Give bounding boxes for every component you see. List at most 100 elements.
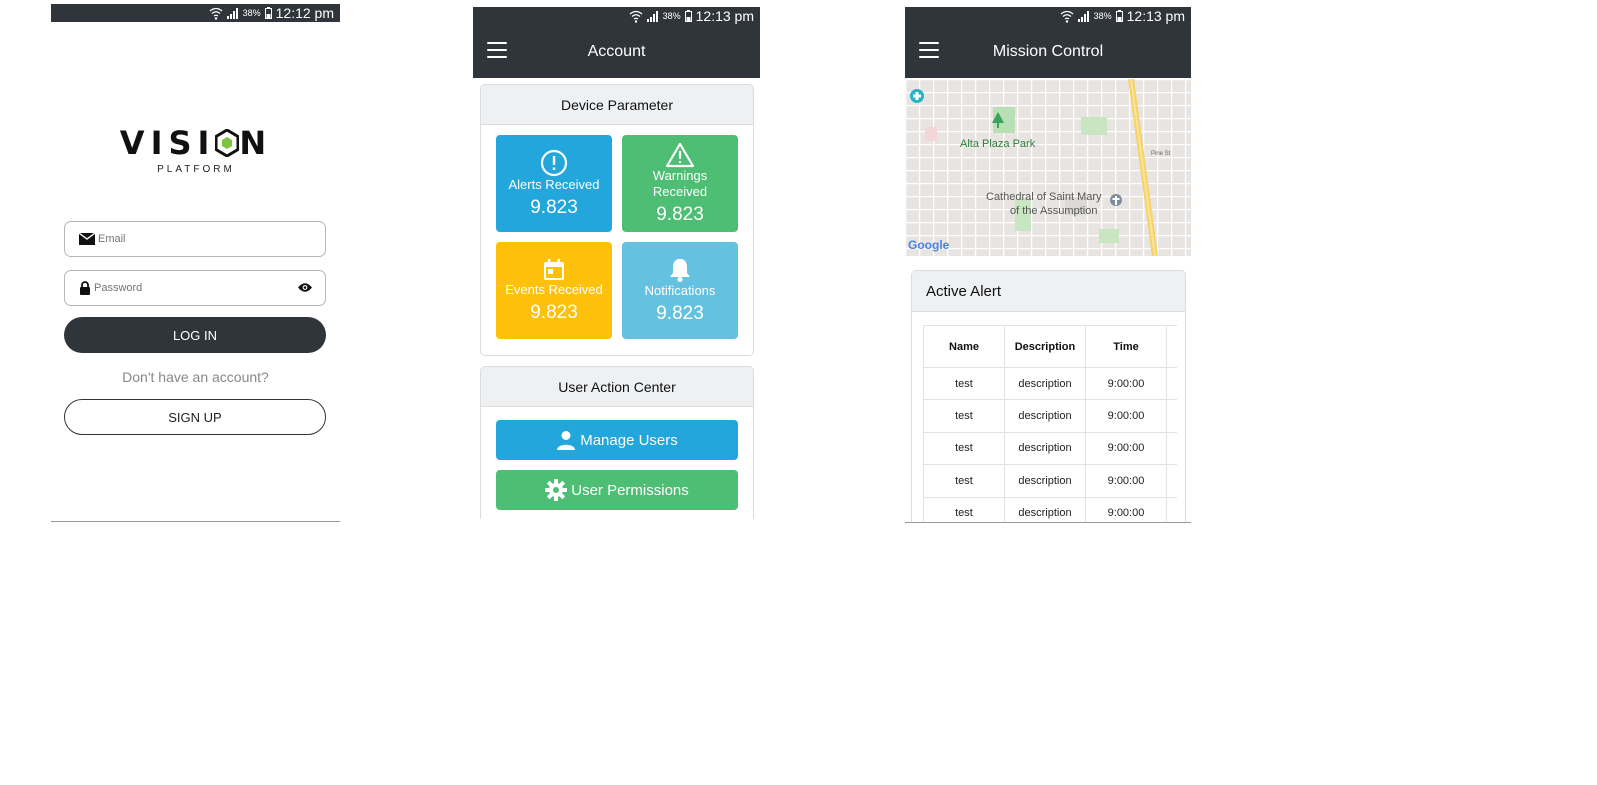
user-action-center-card: User Action Center Manage Users User Per…: [480, 366, 754, 519]
cell-description: description: [1004, 399, 1086, 433]
street-map[interactable]: Alta Plaza Park Cathedral of Saint Mary …: [905, 79, 1191, 256]
email-field[interactable]: [64, 221, 326, 257]
cell-description: description: [1004, 431, 1086, 466]
hamburger-menu-icon[interactable]: [487, 42, 507, 58]
tile-label: Notifications: [644, 282, 716, 298]
lock-icon: [80, 281, 90, 295]
device-parameter-card: Device Parameter Alerts Received 9.823 W…: [480, 84, 754, 356]
user-icon: [557, 431, 576, 450]
cell-name: test: [923, 366, 1005, 401]
cell-extra: [1166, 366, 1177, 401]
logo-subtitle: PLATFORM: [157, 164, 235, 175]
battery-percent: 38%: [242, 8, 261, 18]
manage-users-button[interactable]: Manage Users: [496, 420, 738, 460]
table-row[interactable]: test description 9:00:00: [923, 464, 1177, 498]
status-time: 12:13 pm: [695, 8, 754, 24]
map-view[interactable]: Alta Plaza Park Cathedral of Saint Mary …: [905, 79, 1191, 256]
tile-value: 9.823: [530, 196, 578, 218]
alert-circle-icon: [540, 149, 568, 176]
column-header-description: Description: [1004, 325, 1086, 368]
map-label-cathedral-1: Cathedral of Saint Mary: [986, 191, 1102, 203]
map-label-street: Pine St: [1151, 151, 1171, 157]
active-alert-card: Active Alert Name Description Time test d…: [911, 270, 1186, 522]
column-header-time: Time: [1085, 325, 1167, 368]
bell-icon: [670, 258, 690, 282]
vision-logo: VISI N PLATFORM: [111, 124, 281, 175]
status-bar: 38% 12:12 pm: [51, 4, 340, 22]
login-button[interactable]: LOG IN: [64, 317, 326, 353]
login-screen: 38% 12:12 pm VISI N PLATFORM LOG IN Don't…: [51, 4, 340, 522]
signup-button[interactable]: SIGN UP: [64, 399, 326, 435]
logo-word: VISI N: [111, 124, 281, 162]
map-label-park: Alta Plaza Park: [960, 138, 1036, 150]
wifi-icon: [629, 10, 643, 23]
cell-name: test: [923, 496, 1005, 522]
tile-label: Warnings Received: [652, 167, 708, 199]
cell-name: test: [923, 464, 1005, 498]
app-bar: Account: [473, 25, 760, 78]
logo-word-right: N: [239, 124, 273, 162]
battery-percent: 38%: [662, 11, 681, 21]
tile-notifications[interactable]: Notifications 9.823: [622, 242, 738, 339]
manage-users-label: Manage Users: [580, 431, 678, 449]
cell-name: test: [923, 399, 1005, 433]
table-row[interactable]: test description 9:00:00: [923, 366, 1177, 401]
cell-time: 9:00:00: [1085, 431, 1167, 466]
password-field[interactable]: [64, 270, 326, 306]
tile-label: Events Received: [505, 281, 603, 297]
logo-word-left: VISI: [119, 124, 216, 162]
email-input[interactable]: [98, 233, 325, 245]
battery-icon: [1115, 10, 1123, 22]
tile-alerts-received[interactable]: Alerts Received 9.823: [496, 135, 612, 232]
table-row[interactable]: test description 9:00:00: [923, 399, 1177, 433]
cell-time: 9:00:00: [1085, 366, 1167, 401]
device-parameter-header: Device Parameter: [481, 85, 753, 125]
eye-icon[interactable]: [297, 282, 313, 293]
battery-icon: [684, 10, 692, 22]
cell-time: 9:00:00: [1085, 399, 1167, 433]
tile-warnings-received[interactable]: Warnings Received 9.823: [622, 135, 738, 232]
signal-icon: [646, 10, 658, 22]
battery-icon: [264, 7, 272, 19]
no-account-text: Don't have an account?: [122, 369, 269, 385]
google-logo: Google: [908, 238, 950, 252]
password-input[interactable]: [94, 282, 325, 294]
column-header-extra: [1166, 325, 1177, 368]
alert-table: Name Description Time test description 9:0…: [923, 325, 1177, 522]
account-screen: 38% 12:13 pm Account Device Parameter Al…: [473, 7, 760, 519]
cell-description: description: [1004, 464, 1086, 498]
tile-value: 9.823: [656, 302, 704, 324]
gear-icon: [545, 479, 568, 501]
cell-description: description: [1004, 496, 1086, 522]
mail-icon: [79, 233, 95, 245]
user-permissions-button[interactable]: User Permissions: [496, 470, 738, 510]
cell-extra: [1166, 431, 1177, 466]
tile-value: 9.823: [656, 203, 704, 225]
status-bar: 38% 12:13 pm: [473, 7, 760, 25]
column-header-name: Name: [923, 325, 1005, 368]
signal-icon: [226, 7, 238, 19]
tile-label: Alerts Received: [508, 176, 600, 192]
tile-events-received[interactable]: Events Received 9.823: [496, 242, 612, 339]
active-alert-header: Active Alert: [912, 271, 1185, 312]
table-header-row: Name Description Time: [923, 325, 1177, 368]
user-permissions-label: User Permissions: [571, 481, 689, 499]
table-row[interactable]: test description 9:00:00: [923, 431, 1177, 466]
tile-value: 9.823: [530, 301, 578, 323]
mission-control-screen: 38% 12:13 pm Mission Control Alta Plaza …: [905, 7, 1191, 523]
cell-extra: [1166, 464, 1177, 498]
hamburger-menu-icon[interactable]: [919, 42, 939, 58]
cell-extra: [1166, 496, 1177, 522]
user-action-center-header: User Action Center: [481, 367, 753, 407]
cell-extra: [1166, 399, 1177, 433]
wifi-icon: [1060, 10, 1074, 23]
table-row[interactable]: test description 9:00:00: [923, 496, 1177, 522]
battery-percent: 38%: [1093, 11, 1112, 21]
cell-time: 9:00:00: [1085, 496, 1167, 522]
cell-time: 9:00:00: [1085, 464, 1167, 498]
cell-description: description: [1004, 366, 1086, 401]
map-label-cathedral-2: of the Assumption: [1010, 205, 1097, 217]
logo-hex-icon: [215, 129, 240, 157]
status-time: 12:13 pm: [1126, 8, 1185, 24]
page-title: Account: [587, 42, 646, 60]
